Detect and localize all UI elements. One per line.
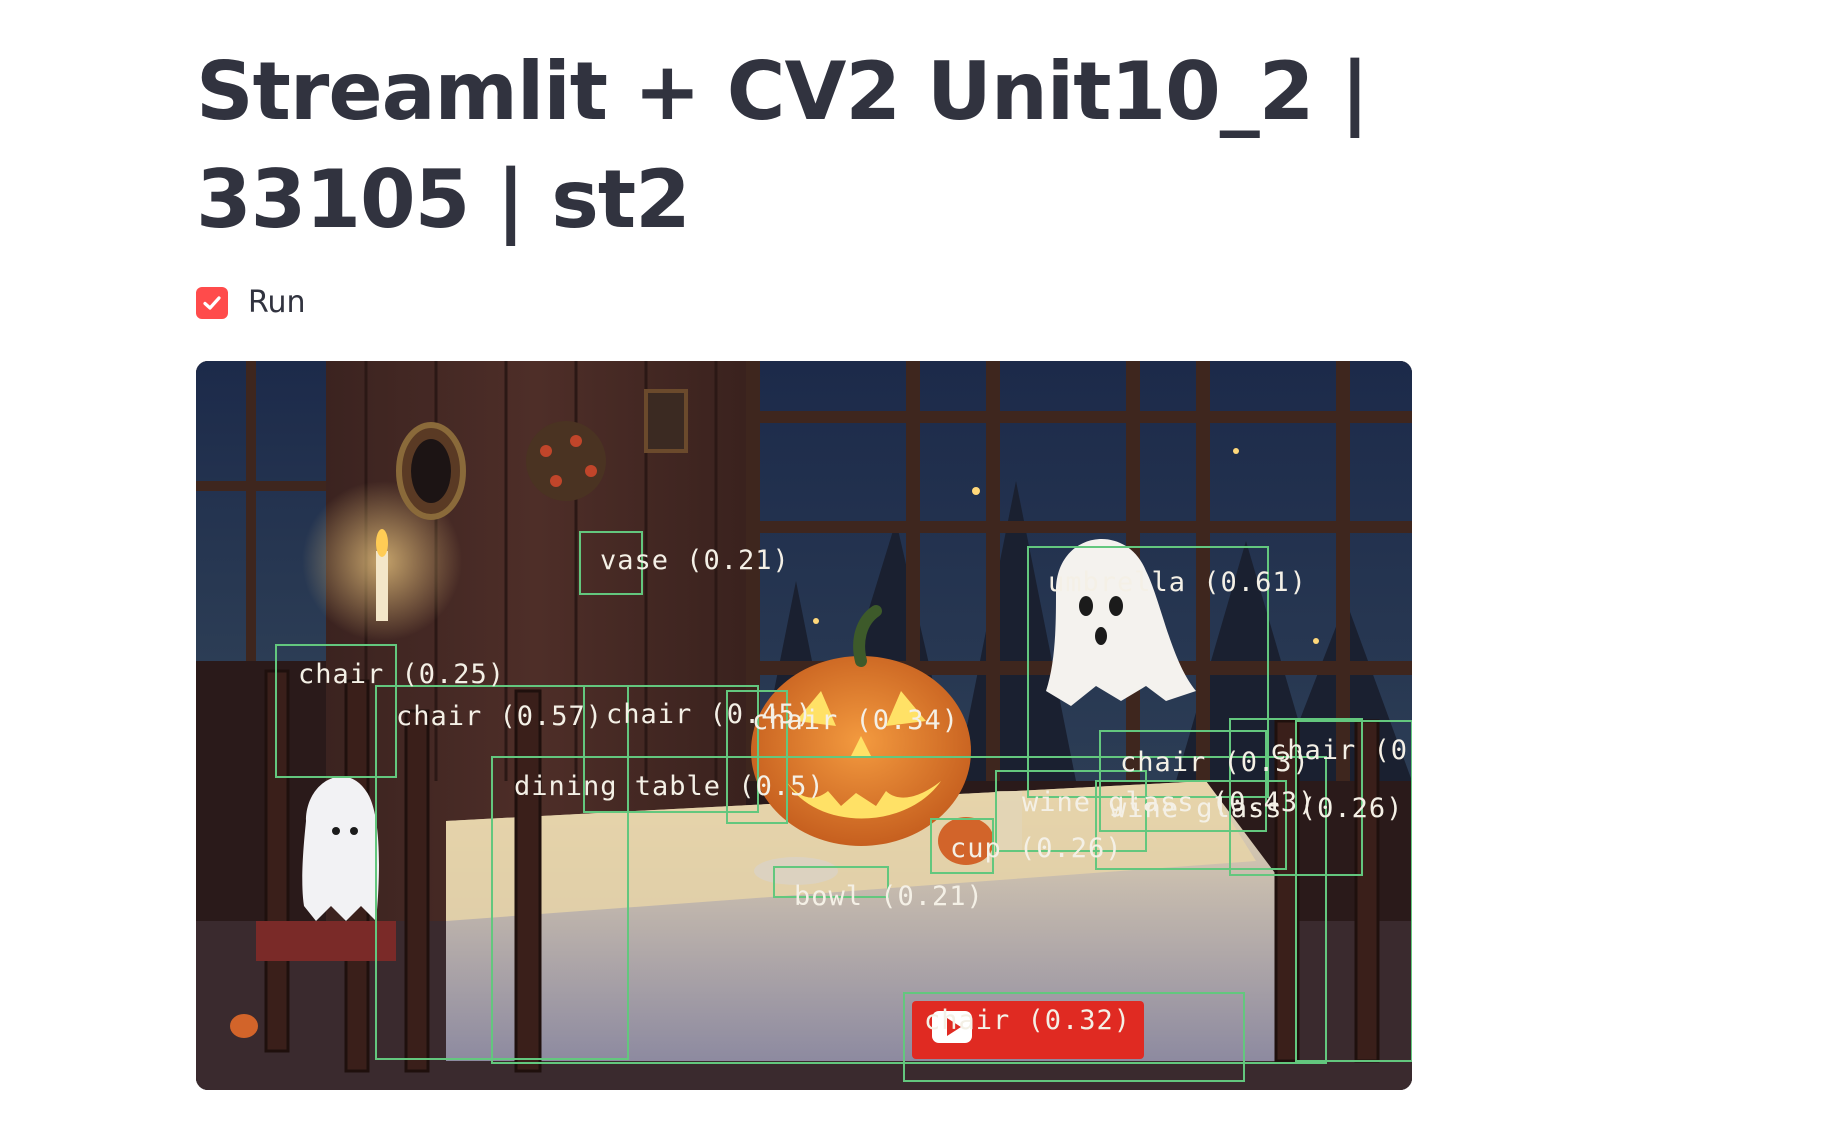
detection-label-wine-glass2: wine glass (0.26) [1110, 793, 1403, 824]
checkbox-checked-icon[interactable] [196, 286, 228, 319]
run-checkbox-label: Run [248, 285, 306, 320]
video-frame[interactable]: vase (0.21) umbrella (0.61) chair (0.25)… [196, 361, 1412, 1090]
run-checkbox[interactable]: Run [196, 285, 306, 320]
detection-label-chair4: chair (0.34) [752, 705, 959, 736]
detection-label-chair6: chair (0.3) [1270, 735, 1412, 766]
detection-label-cup: cup (0.26) [950, 833, 1123, 864]
detection-label-umbrella: umbrella (0.61) [1048, 567, 1307, 598]
detection-label-chair2: chair (0.57) [396, 701, 603, 732]
detection-label-bowl: bowl (0.21) [794, 881, 984, 912]
page-title: Streamlit + CV2 Unit10_2 | 33105 | st2 [196, 45, 1370, 246]
detection-label-vase: vase (0.21) [600, 545, 790, 576]
detection-frame-image: vase (0.21) umbrella (0.61) chair (0.25)… [196, 361, 1412, 1090]
detection-label-dining-table: dining table (0.5) [514, 771, 825, 802]
main-container: Streamlit + CV2 Unit10_2 | 33105 | st2 R… [196, 0, 1636, 1090]
detection-label-chair7: chair (0.32) [924, 1005, 1131, 1036]
detection-label-chair1: chair (0.25) [298, 659, 505, 690]
